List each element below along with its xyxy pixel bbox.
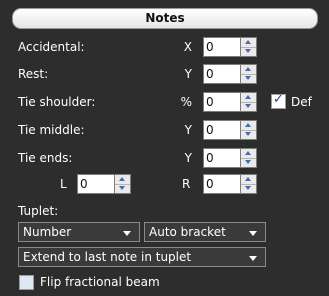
- r-label: R: [182, 177, 191, 191]
- chevron-down-icon: [123, 231, 131, 236]
- decrement-icon[interactable]: [241, 74, 256, 83]
- l-spin-buttons[interactable]: [114, 174, 131, 194]
- chevron-down-icon: [249, 231, 257, 236]
- def-checkbox[interactable]: [271, 92, 286, 109]
- decrement-icon[interactable]: [241, 130, 256, 139]
- tie-shoulder-label: Tie shoulder:: [18, 95, 96, 109]
- l-input[interactable]: 0: [77, 174, 117, 194]
- decrement-icon[interactable]: [241, 184, 256, 193]
- tie-ends-spinner[interactable]: 0: [203, 148, 257, 168]
- rest-label: Rest:: [18, 67, 49, 81]
- notes-panel: Notes Accidental: X 0 Rest: Y 0 Tie shou…: [0, 0, 329, 296]
- r-spin-buttons[interactable]: [240, 174, 257, 194]
- accidental-input[interactable]: 0: [203, 37, 243, 57]
- decrement-icon[interactable]: [241, 158, 256, 167]
- tuplet-number-select[interactable]: Number: [18, 222, 140, 242]
- tuplet-extend-value: Extend to last note in tuplet: [23, 250, 192, 264]
- tie-middle-spin-buttons[interactable]: [240, 120, 257, 140]
- tuplet-bracket-select[interactable]: Auto bracket: [144, 222, 266, 242]
- accidental-spinner[interactable]: 0: [203, 37, 257, 57]
- rest-spin-buttons[interactable]: [240, 64, 257, 84]
- flip-fractional-beam-label: Flip fractional beam: [40, 275, 160, 289]
- rest-spinner[interactable]: 0: [203, 64, 257, 84]
- tie-shoulder-spin-buttons[interactable]: [240, 92, 257, 112]
- tie-shoulder-input[interactable]: 0: [203, 92, 243, 112]
- panel-title: Notes: [12, 8, 318, 29]
- tie-shoulder-axis-label: %: [180, 95, 192, 109]
- tie-middle-spinner[interactable]: 0: [203, 120, 257, 140]
- l-spinner[interactable]: 0: [77, 174, 131, 194]
- tie-middle-input[interactable]: 0: [203, 120, 243, 140]
- accidental-spin-buttons[interactable]: [240, 37, 257, 57]
- tie-ends-input[interactable]: 0: [203, 148, 243, 168]
- tie-middle-axis-label: Y: [184, 123, 192, 137]
- decrement-icon[interactable]: [241, 47, 256, 56]
- tie-ends-label: Tie ends:: [18, 151, 73, 165]
- tuplet-bracket-value: Auto bracket: [149, 225, 226, 239]
- flip-fractional-beam-checkbox[interactable]: [19, 275, 34, 290]
- tie-ends-axis-label: Y: [184, 151, 192, 165]
- tuplet-extend-select[interactable]: Extend to last note in tuplet: [18, 247, 266, 267]
- r-input[interactable]: 0: [203, 174, 243, 194]
- decrement-icon[interactable]: [241, 102, 256, 111]
- decrement-icon[interactable]: [115, 184, 130, 193]
- r-spinner[interactable]: 0: [203, 174, 257, 194]
- accidental-label: Accidental:: [18, 40, 85, 54]
- accidental-axis-label: X: [183, 40, 192, 54]
- l-label: L: [60, 177, 67, 191]
- tuplet-label: Tuplet:: [18, 204, 59, 218]
- tie-shoulder-spinner[interactable]: 0: [203, 92, 257, 112]
- tie-ends-spin-buttons[interactable]: [240, 148, 257, 168]
- tuplet-number-value: Number: [23, 225, 72, 239]
- chevron-down-icon: [249, 256, 257, 261]
- rest-axis-label: Y: [184, 67, 192, 81]
- def-checkbox-label: Def: [291, 95, 312, 109]
- tie-middle-label: Tie middle:: [18, 123, 85, 137]
- rest-input[interactable]: 0: [203, 64, 243, 84]
